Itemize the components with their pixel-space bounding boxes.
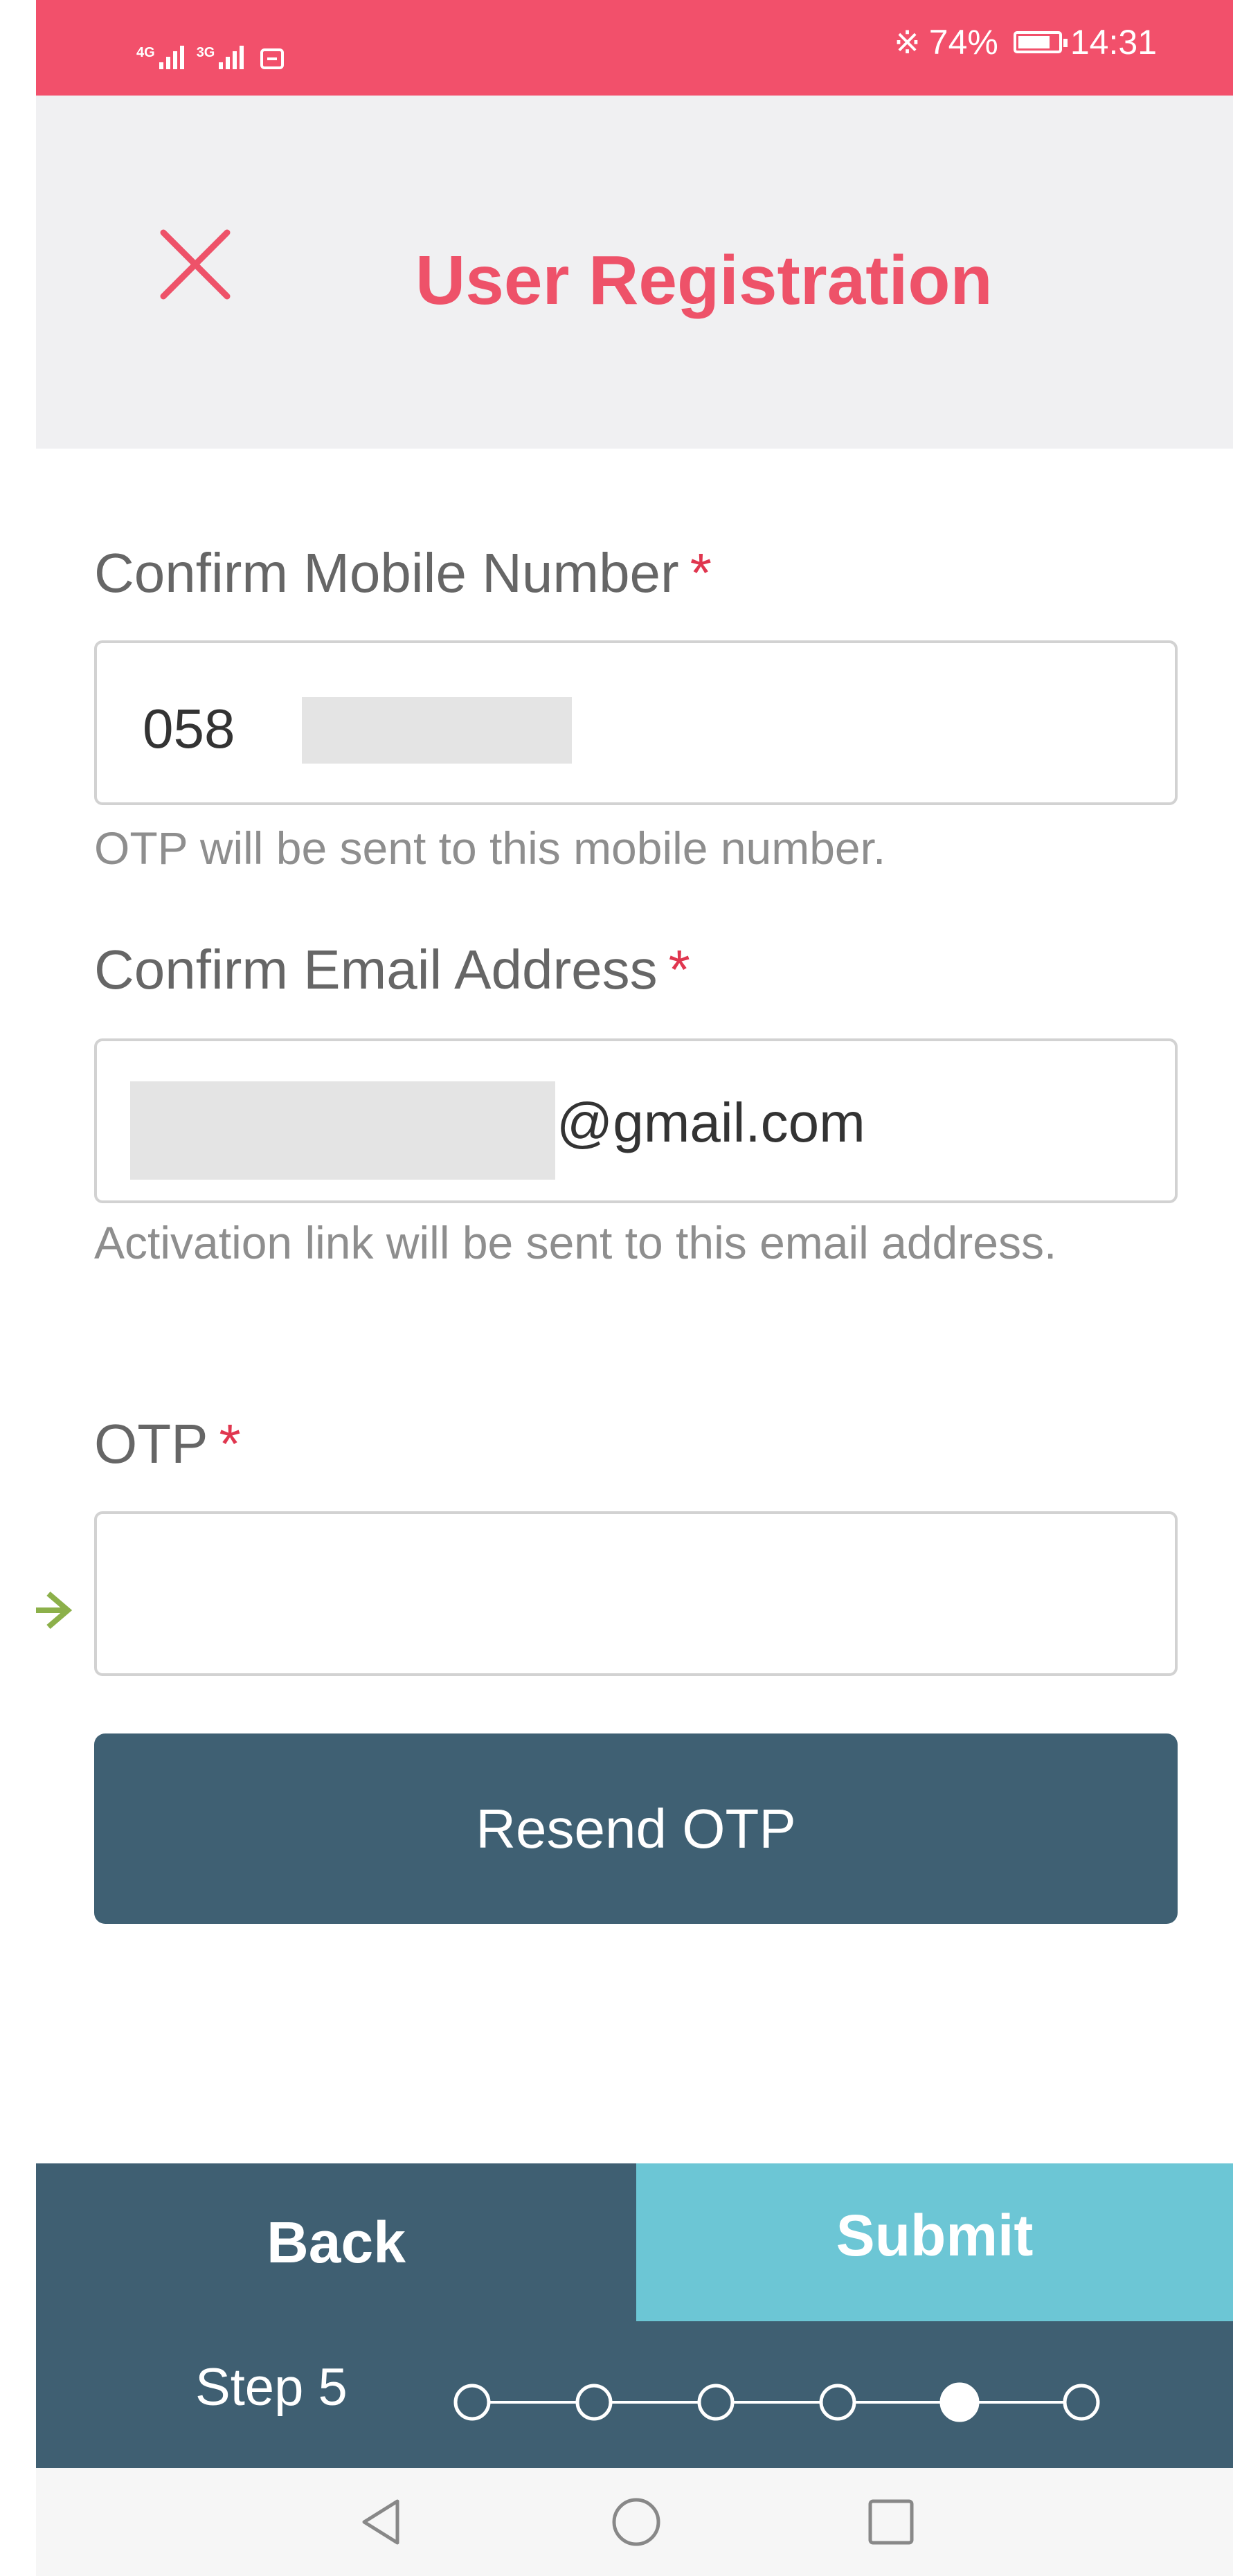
email-value: @gmail.com: [557, 1092, 865, 1153]
otp-label-text: OTP: [94, 1413, 208, 1475]
signal-3g-icon: 3G: [197, 46, 244, 69]
required-marker: *: [690, 542, 712, 604]
email-field[interactable]: @gmail.com: [94, 1038, 1178, 1203]
mobile-hint: OTP will be sent to this mobile number.: [94, 822, 886, 874]
close-button[interactable]: [158, 227, 233, 302]
battery-icon: [1013, 31, 1068, 53]
otp-input[interactable]: [94, 1511, 1178, 1676]
email-label-text: Confirm Email Address: [94, 939, 658, 1000]
app-header: User Registration: [36, 96, 1233, 449]
page-title: User Registration: [415, 242, 993, 319]
required-marker: *: [668, 939, 690, 1000]
battery-percent: 74%: [928, 23, 998, 62]
signal-4g-icon: 4G: [136, 46, 184, 69]
step-progress-indicator: [453, 2382, 1100, 2422]
redacted-mobile: [302, 697, 572, 764]
system-nav-bar: [36, 2468, 1233, 2576]
email-label: Confirm Email Address *: [94, 938, 690, 1002]
bluetooth-icon: ※: [894, 24, 921, 60]
signal-4g-label: 4G: [136, 45, 155, 60]
status-right: ※ 74% 14:31: [894, 22, 1157, 62]
redacted-email: [130, 1081, 555, 1180]
phone-screen: 4G 3G ※ 74% 14:31 User Registration Conf…: [36, 0, 1233, 2576]
email-hint: Activation link will be sent to this ema…: [94, 1217, 1057, 1268]
arrow-right-icon: [36, 1591, 73, 1630]
mobile-field[interactable]: 058: [94, 640, 1178, 805]
back-button[interactable]: Back: [36, 2163, 636, 2321]
step-dot-active: [939, 2382, 980, 2422]
otp-label: OTP *: [94, 1412, 241, 1476]
nav-back-icon[interactable]: [354, 2494, 410, 2550]
status-bar: 4G 3G ※ 74% 14:31: [36, 0, 1233, 96]
step-dot: [575, 2384, 613, 2421]
submit-button[interactable]: Submit: [636, 2163, 1233, 2321]
mobile-value: 058: [143, 698, 235, 759]
step-dot: [697, 2384, 735, 2421]
status-left: 4G 3G: [136, 28, 285, 69]
mobile-label-text: Confirm Mobile Number: [94, 542, 679, 604]
step-label: Step 5: [195, 2358, 348, 2417]
nav-recents-icon[interactable]: [863, 2494, 919, 2550]
close-icon: [160, 229, 231, 300]
message-icon: [260, 48, 285, 69]
mobile-label: Confirm Mobile Number *: [94, 541, 712, 605]
nav-home-icon[interactable]: [609, 2494, 664, 2550]
clock: 14:31: [1070, 23, 1157, 62]
step-dot: [1063, 2384, 1100, 2421]
resend-otp-button[interactable]: Resend OTP: [94, 1733, 1178, 1924]
required-marker: *: [219, 1413, 241, 1475]
signal-3g-label: 3G: [196, 45, 215, 60]
step-dot: [453, 2384, 491, 2421]
bottom-bar: Back Submit Step 5: [36, 2163, 1233, 2468]
step-dot: [819, 2384, 856, 2421]
